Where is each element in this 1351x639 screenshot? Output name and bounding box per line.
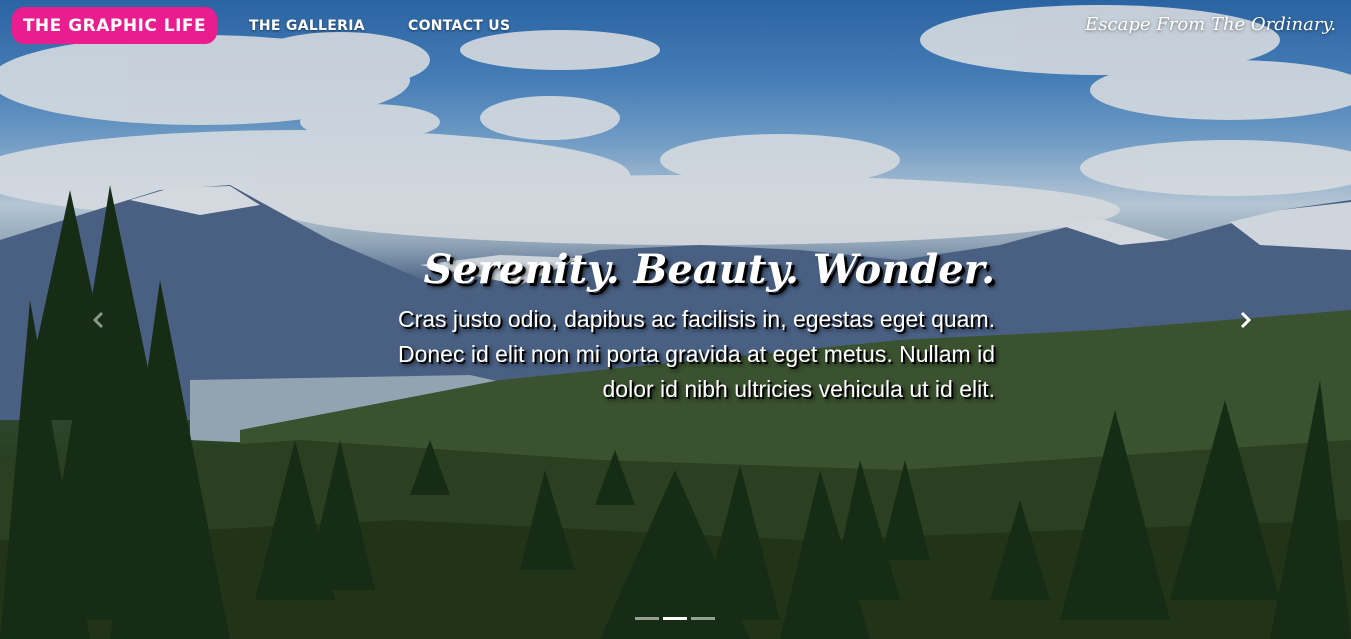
nav-link-contact-us[interactable]: CONTACT US <box>408 18 510 34</box>
carousel-next-button[interactable] <box>1222 296 1270 344</box>
caption-title: Serenity. Beauty. Wonder. <box>423 246 995 293</box>
carousel-indicator-1[interactable] <box>635 617 659 620</box>
carousel-caption: Serenity. Beauty. Wonder. Cras justo odi… <box>375 246 995 407</box>
hero-carousel: THE GRAPHIC LIFE THE GALLERIA CONTACT US… <box>0 0 1351 639</box>
caption-text: Cras justo odio, dapibus ac facilisis in… <box>397 306 995 402</box>
carousel-prev-button[interactable] <box>74 296 122 344</box>
carousel-indicators <box>635 617 715 620</box>
carousel-indicator-3[interactable] <box>691 617 715 620</box>
brand-logo[interactable]: THE GRAPHIC LIFE <box>12 7 217 44</box>
carousel-indicator-2[interactable] <box>663 617 687 620</box>
site-tagline: Escape From The Ordinary. <box>1085 14 1336 35</box>
nav-link-galleria[interactable]: THE GALLERIA <box>249 18 365 34</box>
chevron-right-icon <box>1240 311 1252 329</box>
chevron-left-icon <box>92 311 104 329</box>
